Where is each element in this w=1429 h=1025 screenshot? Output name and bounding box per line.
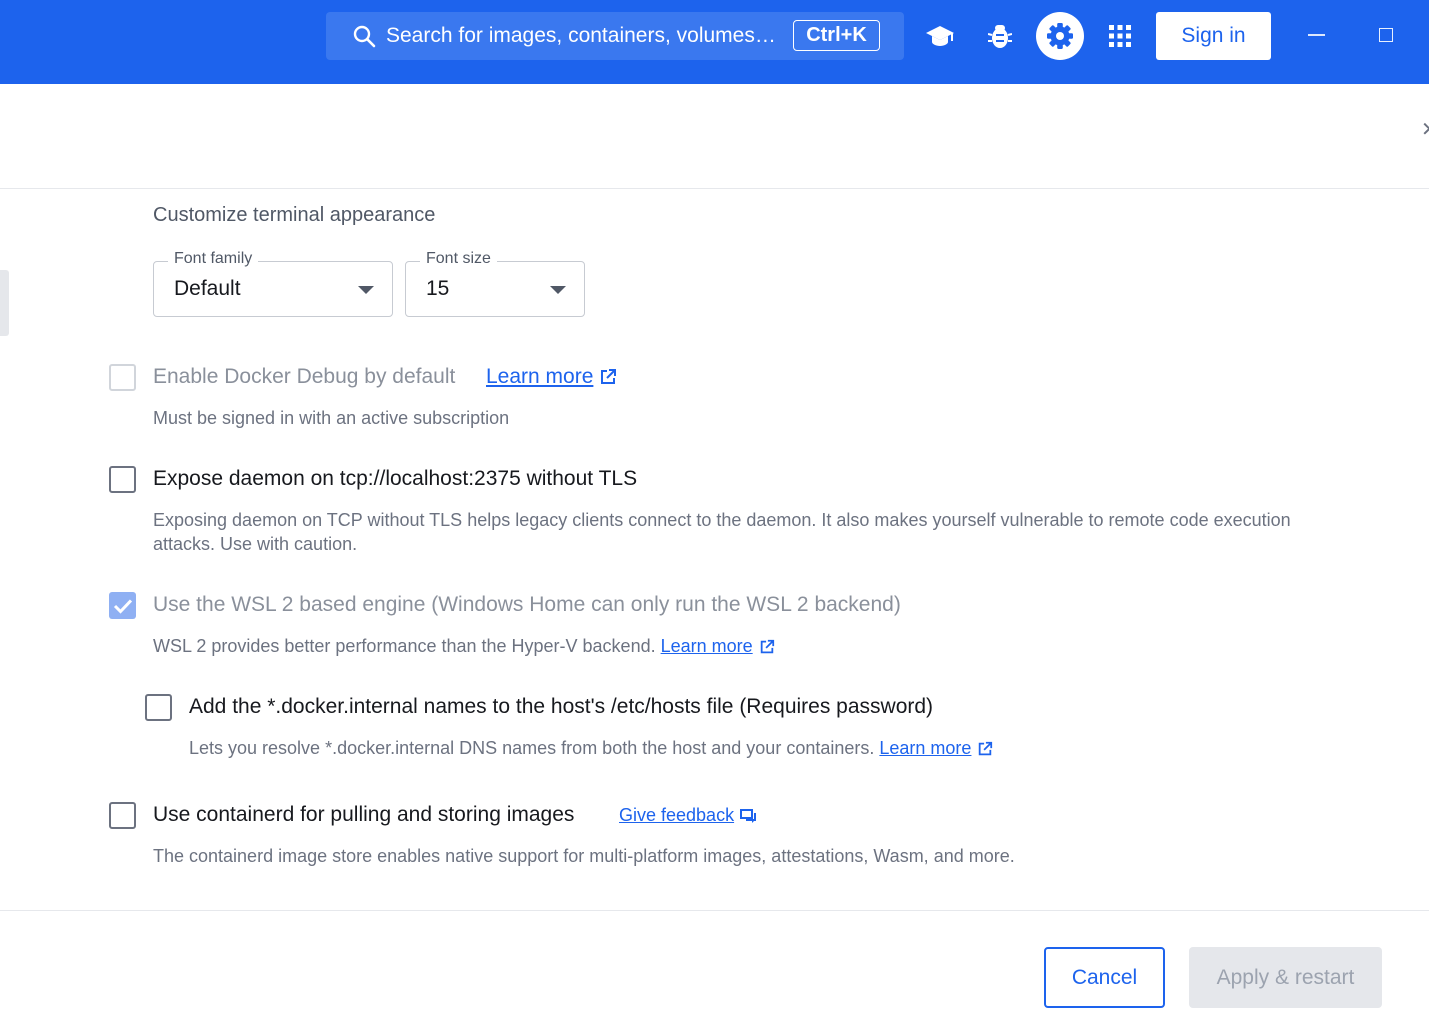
feedback-icon xyxy=(740,809,757,824)
font-family-value: Default xyxy=(174,277,241,300)
search-icon xyxy=(353,25,376,48)
sidebar-collapse-handle[interactable] xyxy=(0,270,9,336)
wsl2-learn-more-link[interactable]: Learn more xyxy=(661,636,775,656)
hosts-file-checkbox[interactable] xyxy=(145,694,172,721)
hosts-file-help: Lets you resolve *.docker.internal DNS n… xyxy=(189,738,875,758)
maximize-window-icon[interactable] xyxy=(1379,28,1393,42)
give-feedback-link[interactable]: Give feedback xyxy=(619,803,758,827)
apply-restart-button[interactable]: Apply & restart xyxy=(1189,947,1382,1008)
extensions-grid-icon[interactable] xyxy=(1102,18,1138,54)
chevron-down-icon xyxy=(358,286,374,294)
troubleshoot-bug-icon[interactable] xyxy=(982,18,1018,54)
font-size-select[interactable]: Font size 15 xyxy=(405,249,585,317)
external-link-icon xyxy=(760,640,774,654)
external-link-icon xyxy=(601,369,617,385)
search-shortcut-badge: Ctrl+K xyxy=(793,20,880,51)
terminal-appearance-title: Customize terminal appearance xyxy=(153,204,436,226)
wsl2-engine-checkbox[interactable] xyxy=(109,592,136,619)
docker-debug-checkbox[interactable] xyxy=(109,364,136,391)
header-divider xyxy=(0,188,1429,189)
give-feedback-text: Give feedback xyxy=(619,805,735,825)
docker-debug-help: Must be signed in with an active subscri… xyxy=(153,408,510,428)
top-bar: Search for images, containers, volumes… … xyxy=(0,0,1429,84)
hosts-file-help-row: Lets you resolve *.docker.internal DNS n… xyxy=(189,736,993,760)
settings-gear-icon[interactable] xyxy=(1036,12,1084,60)
expose-daemon-label: Expose daemon on tcp://localhost:2375 wi… xyxy=(153,467,638,490)
font-family-legend: Font family xyxy=(168,249,259,269)
learning-center-icon[interactable] xyxy=(922,18,958,54)
external-link-icon xyxy=(979,742,993,756)
docker-debug-learn-more-link[interactable]: Learn more xyxy=(486,364,617,390)
wsl2-engine-help-row: WSL 2 provides better performance than t… xyxy=(153,634,775,658)
font-size-value: 15 xyxy=(426,277,450,300)
wsl2-learn-more-text: Learn more xyxy=(660,636,753,656)
font-size-legend: Font size xyxy=(420,249,497,269)
search-placeholder: Search for images, containers, volumes… xyxy=(386,24,776,47)
containerd-label: Use containerd for pulling and storing i… xyxy=(153,803,575,826)
docker-debug-learn-more-text: Learn more xyxy=(486,365,594,388)
checkmark-icon xyxy=(113,598,132,614)
wsl2-engine-label: Use the WSL 2 based engine (Windows Home… xyxy=(153,593,901,616)
docker-debug-label: Enable Docker Debug by default xyxy=(153,365,456,388)
close-settings-icon[interactable]: ✕ xyxy=(1421,118,1429,142)
wsl2-engine-help: WSL 2 provides better performance than t… xyxy=(153,636,656,656)
containerd-checkbox[interactable] xyxy=(109,802,136,829)
footer-divider xyxy=(0,910,1429,911)
global-search[interactable]: Search for images, containers, volumes… … xyxy=(326,12,904,60)
cancel-button[interactable]: Cancel xyxy=(1044,947,1165,1008)
expose-daemon-help: Exposing daemon on TCP without TLS helps… xyxy=(153,510,1291,554)
sign-in-button[interactable]: Sign in xyxy=(1156,12,1271,60)
hosts-file-learn-more-link[interactable]: Learn more xyxy=(879,738,993,758)
expose-daemon-checkbox[interactable] xyxy=(109,466,136,493)
hosts-file-learn-more-text: Learn more xyxy=(879,738,972,758)
chevron-down-icon xyxy=(550,286,566,294)
containerd-help: The containerd image store enables nativ… xyxy=(153,846,1015,866)
minimize-window-icon[interactable] xyxy=(1308,34,1325,36)
font-family-select[interactable]: Font family Default xyxy=(153,249,393,317)
hosts-file-label: Add the *.docker.internal names to the h… xyxy=(189,695,934,718)
